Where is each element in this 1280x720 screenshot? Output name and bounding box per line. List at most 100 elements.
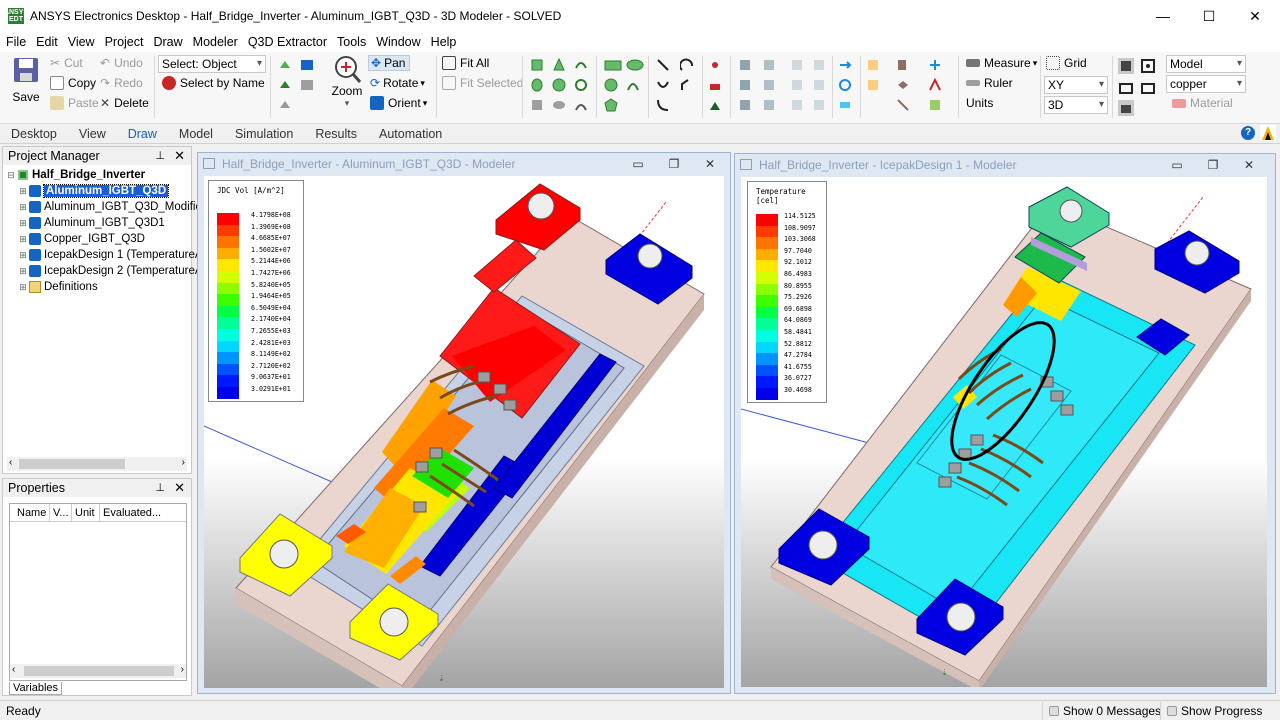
draw-line-icon[interactable] bbox=[656, 58, 670, 72]
draw-rectangle-icon[interactable] bbox=[604, 58, 622, 72]
menu-window[interactable]: Window bbox=[370, 35, 424, 49]
3d-viewport-icepak[interactable]: ⇣ Temperature [cel] 114.5125 108.9097 103.… bbox=[741, 177, 1267, 687]
draw-equation-curve-icon[interactable] bbox=[656, 98, 670, 112]
expand-icon[interactable]: ⊞ bbox=[17, 266, 29, 277]
scrollbar-thumb[interactable] bbox=[24, 666, 174, 676]
column-unit[interactable]: Unit bbox=[72, 504, 100, 521]
restore-button[interactable]: ❐ bbox=[662, 155, 686, 173]
tab-desktop[interactable]: Desktop bbox=[0, 127, 68, 141]
unite-icon[interactable] bbox=[738, 58, 752, 72]
tab-variables[interactable]: Variables bbox=[9, 682, 63, 695]
tab-view[interactable]: View bbox=[68, 127, 117, 141]
pin-icon[interactable]: ⊥ bbox=[155, 481, 165, 494]
orient-button[interactable]: Orient ▾ bbox=[370, 96, 427, 110]
draw-spiral-icon[interactable] bbox=[574, 78, 588, 92]
restore-button[interactable]: ❐ bbox=[1201, 156, 1225, 174]
select-faces-icon[interactable] bbox=[278, 78, 292, 92]
split-icon[interactable] bbox=[762, 58, 776, 72]
close-button[interactable]: ✕ bbox=[1237, 156, 1261, 174]
menu-modeler[interactable]: Modeler bbox=[187, 35, 242, 49]
close-button[interactable]: ✕ bbox=[698, 155, 722, 173]
draw-regular-polyhedron-icon[interactable] bbox=[530, 98, 544, 112]
movement-mode-icon[interactable] bbox=[1118, 58, 1134, 74]
draw-plane-icon[interactable] bbox=[708, 78, 722, 92]
pan-button[interactable]: ✥ Pan bbox=[368, 55, 411, 71]
tab-model[interactable]: Model bbox=[168, 127, 224, 141]
save-button[interactable]: Save bbox=[8, 56, 44, 108]
model-dropdown[interactable]: Model bbox=[1166, 55, 1246, 73]
project-tree-item[interactable]: ⊞ IcepakDesign 1 (TemperatureA bbox=[17, 247, 203, 263]
draw-arc-icon[interactable] bbox=[680, 58, 694, 72]
delete-button[interactable]: ✕ Delete bbox=[100, 96, 149, 110]
expand-icon[interactable]: ⊞ bbox=[17, 202, 29, 213]
draw-bondwire-icon[interactable] bbox=[574, 98, 588, 112]
grid-dimension-dropdown[interactable]: 3D bbox=[1044, 96, 1108, 114]
grid-button[interactable]: Grid bbox=[1046, 56, 1087, 70]
wrap-icon[interactable] bbox=[790, 98, 804, 112]
draw-box-icon[interactable] bbox=[530, 58, 544, 72]
fit-selected-button[interactable]: Fit Selected bbox=[442, 76, 523, 90]
column-value[interactable]: V... bbox=[50, 504, 72, 521]
view-toggle-icon[interactable] bbox=[300, 58, 314, 72]
expand-icon[interactable]: ⊞ bbox=[17, 250, 29, 261]
project-tree-item[interactable]: ⊞ Aluminum_IGBT_Q3D bbox=[17, 183, 170, 199]
intersect-icon[interactable] bbox=[738, 98, 752, 112]
view-box-icon[interactable] bbox=[300, 78, 314, 92]
scroll-right-icon[interactable]: › bbox=[182, 457, 185, 468]
expand-icon[interactable]: ⊞ bbox=[17, 218, 29, 229]
axis-icon[interactable] bbox=[928, 58, 942, 72]
separate-icon[interactable] bbox=[762, 78, 776, 92]
minimize-button[interactable]: ▭ bbox=[626, 155, 650, 173]
close-button[interactable]: ✕ bbox=[1232, 0, 1278, 32]
menu-edit[interactable]: Edit bbox=[30, 35, 62, 49]
menu-q3d-extractor[interactable]: Q3D Extractor bbox=[242, 35, 331, 49]
collapse-icon[interactable]: ⊟ bbox=[5, 170, 17, 181]
copy-button[interactable]: Copy bbox=[50, 76, 96, 90]
3d-viewport-q3d[interactable]: ⇣ JDC Vol [A/m^2] 4.1798E+08 1.3969E+08 4.… bbox=[204, 176, 724, 688]
draw-3point-arc-icon[interactable] bbox=[680, 78, 694, 92]
close-icon[interactable]: ✕ bbox=[174, 148, 185, 164]
maximize-button[interactable]: ☐ bbox=[1186, 0, 1232, 32]
ruler-button[interactable]: Ruler bbox=[966, 76, 1013, 90]
rotate-button[interactable]: ⟳ Rotate ▾ bbox=[370, 76, 425, 90]
redo-button[interactable]: ↷ Redo bbox=[100, 76, 143, 90]
draw-circle-icon[interactable] bbox=[604, 78, 618, 92]
tree-root[interactable]: ⊟ Half_Bridge_Inverter bbox=[5, 167, 145, 183]
snap-mode-icon[interactable] bbox=[1140, 58, 1156, 74]
draw-sphere-icon[interactable] bbox=[552, 78, 566, 92]
delete-cs-icon[interactable] bbox=[896, 98, 910, 112]
expand-icon[interactable]: ⊞ bbox=[17, 282, 29, 293]
draw-helix-icon[interactable] bbox=[574, 58, 588, 72]
rotate-object-icon[interactable] bbox=[838, 78, 852, 92]
draw-spline-icon[interactable] bbox=[656, 78, 670, 92]
expand-icon[interactable]: ⊞ bbox=[17, 186, 29, 197]
zoom-button[interactable]: Zoom ▾ bbox=[330, 54, 364, 109]
plane-cs-icon[interactable] bbox=[928, 78, 942, 92]
scroll-left-icon[interactable]: ‹ bbox=[12, 664, 15, 675]
draw-equation-surface-icon[interactable] bbox=[626, 78, 640, 92]
help-icon[interactable]: ? bbox=[1241, 126, 1255, 140]
menu-project[interactable]: Project bbox=[99, 35, 148, 49]
draw-cone-icon[interactable] bbox=[552, 58, 566, 72]
minimize-button[interactable]: ▭ bbox=[1165, 156, 1189, 174]
fit-all-button[interactable]: Fit All bbox=[442, 56, 489, 70]
draw-polygon-icon[interactable] bbox=[604, 98, 618, 112]
fillet-icon[interactable] bbox=[812, 58, 826, 72]
scroll-right-icon[interactable]: › bbox=[181, 664, 184, 675]
column-evaluated[interactable]: Evaluated... bbox=[100, 504, 180, 521]
thicken-icon[interactable] bbox=[790, 78, 804, 92]
column-name[interactable]: Name bbox=[10, 504, 50, 521]
tab-simulation[interactable]: Simulation bbox=[224, 127, 304, 141]
horizontal-scrollbar[interactable]: ‹ › bbox=[7, 457, 187, 471]
project-tree-item[interactable]: ⊞ Aluminum_IGBT_Q3D1 bbox=[17, 215, 165, 231]
set-working-cs-icon[interactable] bbox=[896, 78, 910, 92]
subtract-icon[interactable] bbox=[738, 78, 752, 92]
select-by-name-button[interactable]: Select by Name bbox=[162, 76, 265, 90]
face-cs-icon[interactable] bbox=[866, 78, 880, 92]
select-mode-dropdown[interactable]: Select: Object bbox=[158, 55, 266, 73]
project-tree-item[interactable]: ⊞ IcepakDesign 2 (TemperatureA bbox=[17, 263, 203, 279]
pin-icon[interactable]: ⊥ bbox=[155, 149, 165, 162]
draw-ellipse-icon[interactable] bbox=[626, 58, 644, 72]
cover-icon[interactable] bbox=[812, 98, 826, 112]
close-icon[interactable]: ✕ bbox=[174, 480, 185, 496]
